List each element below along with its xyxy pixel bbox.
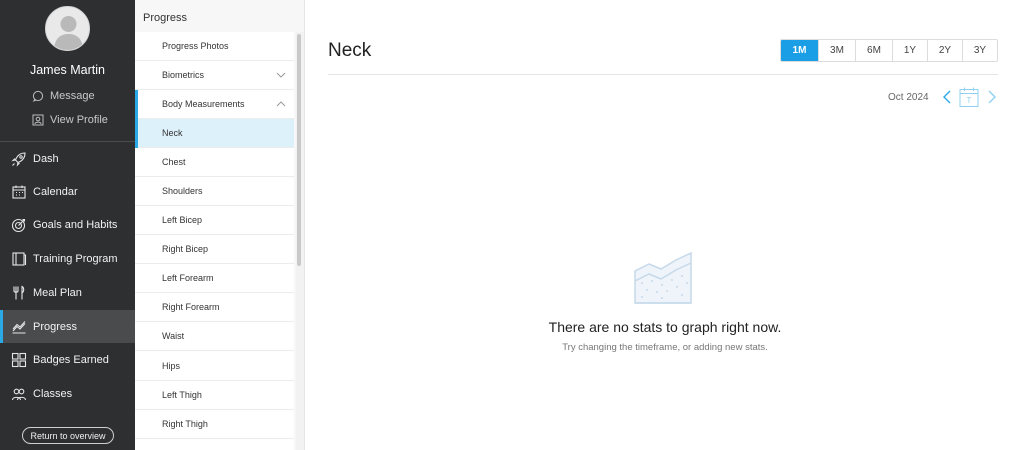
list-item-label: Left Forearm [162,273,214,283]
empty-state-title: There are no stats to graph right now. [548,319,782,335]
list-item-label: Left Thigh [162,390,202,400]
subpanel-title: Progress [143,12,188,24]
nav-label-dash: Dash [33,152,59,165]
range-button-6m[interactable]: 6M [855,40,892,61]
timeframe-selector: 1M 3M 6M 1Y 2Y 3Y [780,39,998,62]
list-item-neck[interactable]: Neck [135,119,294,148]
list-item-biometrics[interactable]: Biometrics [135,61,294,90]
nav-item-meal-plan[interactable]: Meal Plan [0,276,135,309]
nav-item-calendar[interactable]: Calendar [0,175,135,208]
list-item-right-thigh[interactable]: Right Thigh [135,410,294,439]
rocket-icon [11,151,26,167]
range-button-2y[interactable]: 2Y [927,40,962,61]
book-icon [12,251,27,266]
avatar[interactable] [45,6,90,51]
nav-item-training-program[interactable]: Training Program [0,242,135,275]
chevron-up-icon [276,101,286,107]
progress-subpanel: Progress Progress Photos Biometrics Body… [135,0,305,450]
profile-card-icon [32,114,44,126]
chevron-right-icon[interactable] [986,89,998,105]
list-item-label: Left Bicep [162,215,203,225]
nav-item-badges-earned[interactable]: Badges Earned [0,343,135,376]
list-item-hips[interactable]: Hips [135,352,294,381]
nav-label-badges-earned: Badges Earned [33,353,109,366]
main-sidebar: James Martin Message View Profile Dash C… [0,0,135,450]
nav-label-progress: Progress [33,320,78,333]
list-item-shoulders[interactable]: Shoulders [135,177,294,206]
message-link[interactable]: Message [32,88,95,104]
page-title: Neck [328,40,372,61]
nav-label-training-program: Training Program [33,252,118,265]
subpanel-scrollbar-thumb[interactable] [297,34,301,266]
list-item-label: Right Forearm [162,302,220,312]
list-item-left-forearm[interactable]: Left Forearm [135,264,294,293]
chevron-down-icon [276,72,286,78]
utensils-icon [13,285,25,299]
user-name: James Martin [29,63,106,77]
nav-item-goals-and-habits[interactable]: Goals and Habits [0,208,135,241]
badges-icon [11,352,27,367]
range-button-1m[interactable]: 1M [781,40,818,61]
calendar-glyph: T [967,96,972,105]
range-button-1y[interactable]: 1Y [892,40,927,61]
title-divider [328,74,998,75]
empty-state-subtitle: Try changing the timeframe, or adding ne… [562,342,768,353]
chat-bubble-icon [32,90,44,102]
calendar-icon [12,185,26,199]
list-item-right-bicep[interactable]: Right Bicep [135,235,294,264]
list-item-progress-photos[interactable]: Progress Photos [135,32,294,61]
return-to-overview-button[interactable]: Return to overview [22,427,114,444]
range-button-3y[interactable]: 3Y [962,40,997,61]
nav-item-progress[interactable]: Progress [0,310,135,343]
empty-chart-icon [634,251,692,304]
people-icon [11,388,27,400]
list-item-chest[interactable]: Chest [135,148,294,177]
nav-item-dash[interactable]: Dash [0,142,135,175]
list-item-waist[interactable]: Waist [135,322,294,351]
list-item-left-bicep[interactable]: Left Bicep [135,206,294,235]
list-item-label: Shoulders [162,186,203,196]
list-item-label: Right Thigh [162,419,208,429]
list-item-left-thigh[interactable]: Left Thigh [135,381,294,410]
list-item-body-measurements[interactable]: Body Measurements [135,90,294,119]
list-item-label: Biometrics [162,70,205,80]
list-item-right-forearm[interactable]: Right Forearm [135,293,294,322]
list-item-label: Right Bicep [162,244,209,254]
main-content: Neck 1M 3M 6M 1Y 2Y 3Y Oct 2024 T There … [306,0,1024,450]
list-item-label: Body Measurements [162,99,245,109]
current-period-label: Oct 2024 [888,92,929,103]
list-item-label: Hips [162,361,181,371]
view-profile-link[interactable]: View Profile [32,112,108,128]
calendar-today-icon[interactable]: T [958,86,980,108]
list-item-label: Progress Photos [162,41,229,51]
nav-item-classes[interactable]: Classes [0,377,135,410]
nav-label-classes: Classes [33,387,73,400]
nav-label-meal-plan: Meal Plan [33,286,82,299]
chevron-left-icon[interactable] [941,89,953,105]
view-profile-label: View Profile [50,114,108,126]
target-icon [11,218,26,232]
avatar-placeholder-icon [54,16,83,50]
list-item-label: Neck [162,128,183,138]
nav-label-calendar: Calendar [33,185,78,198]
message-label: Message [50,90,95,102]
nav-label-goals-and-habits: Goals and Habits [33,218,118,231]
range-button-3m[interactable]: 3M [818,40,855,61]
list-item-label: Chest [162,157,186,167]
chart-icon [12,320,26,334]
progress-category-list: Progress Photos Biometrics Body Measurem… [135,32,294,450]
list-item-label: Waist [162,331,185,341]
